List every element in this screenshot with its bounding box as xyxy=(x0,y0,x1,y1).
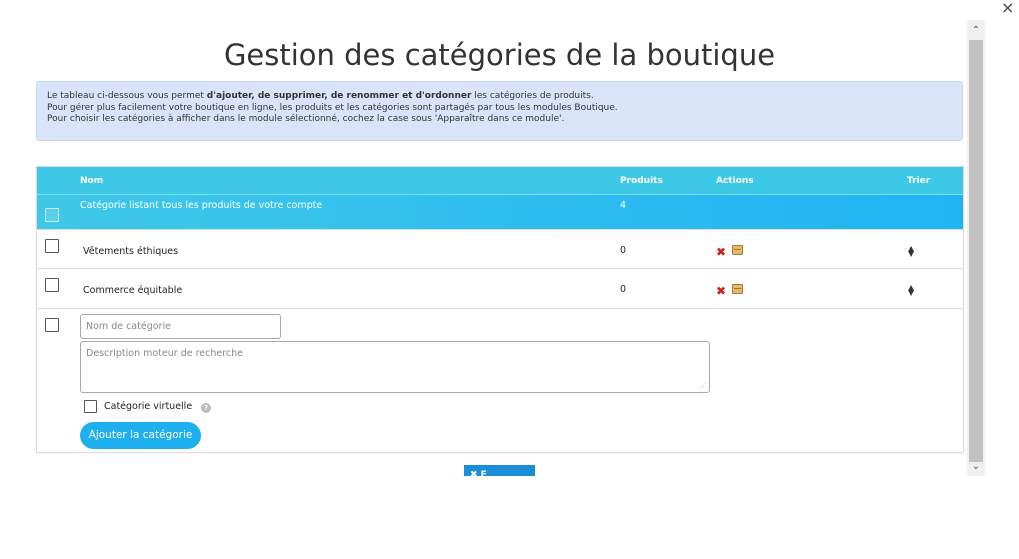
scrollbar-thumb[interactable] xyxy=(969,40,983,462)
sort-handle-icon[interactable]: ▲ ▼ xyxy=(908,284,914,297)
table-header: Nom Produits Actions Trier xyxy=(37,167,963,194)
row-checkbox[interactable] xyxy=(45,278,59,292)
sort-handle-icon[interactable]: ▲ ▼ xyxy=(908,245,914,258)
search-description-textarea[interactable]: Description moteur de recherche ⋰ xyxy=(80,341,710,393)
delete-icon[interactable]: ✖ xyxy=(716,285,726,297)
category-product-count: 0 xyxy=(620,284,627,295)
column-header-actions: Actions xyxy=(716,176,754,186)
edit-icon[interactable] xyxy=(732,284,743,294)
info-line-2: Pour gérer plus facilement votre boutiqu… xyxy=(47,102,618,113)
new-category-checkbox[interactable] xyxy=(45,318,59,332)
table-row: Vêtements éthiques 0 ✖ ▲ ▼ xyxy=(37,229,963,269)
all-products-count: 4 xyxy=(620,200,627,211)
add-category-form: Nom de catégorie Description moteur de r… xyxy=(37,308,963,454)
category-management-modal: × ⌃ ⌄ Gestion des catégories de la bouti… xyxy=(0,0,1019,559)
description-placeholder: Description moteur de recherche xyxy=(86,348,244,359)
page-title: Gestion des catégories de la boutique xyxy=(223,38,776,72)
row-checkbox[interactable] xyxy=(45,239,59,253)
resize-grip-icon[interactable]: ⋰ xyxy=(700,383,707,390)
column-header-trier: Trier xyxy=(907,176,931,186)
delete-icon[interactable]: ✖ xyxy=(716,246,726,258)
vertical-scrollbar[interactable]: ⌃ ⌄ xyxy=(967,20,985,476)
category-name: Vêtements éthiques xyxy=(83,246,179,257)
category-name: Commerce équitable xyxy=(83,285,183,296)
all-products-label: Catégorie listant tous les produits de v… xyxy=(80,200,323,211)
table-row-all-products: Catégorie listant tous les produits de v… xyxy=(37,194,963,229)
table-row: Commerce équitable 0 ✖ ▲ ▼ xyxy=(37,268,963,308)
all-products-checkbox[interactable] xyxy=(45,208,59,222)
close-button-icon: ✖ F xyxy=(470,470,487,476)
column-header-nom: Nom xyxy=(80,176,104,186)
close-icon[interactable]: × xyxy=(1001,0,1014,16)
column-header-produits: Produits xyxy=(620,176,663,186)
divider xyxy=(76,452,712,453)
category-name-input[interactable]: Nom de catégorie xyxy=(80,314,281,339)
help-icon[interactable]: ? xyxy=(201,403,211,413)
add-category-button[interactable]: Ajouter la catégorie xyxy=(80,422,201,449)
info-line-3: Pour choisir les catégories à afficher d… xyxy=(47,114,565,124)
category-product-count: 0 xyxy=(620,245,627,256)
scroll-down-icon[interactable]: ⌄ xyxy=(967,458,985,476)
virtual-category-checkbox[interactable] xyxy=(84,400,97,413)
edit-icon[interactable] xyxy=(732,245,743,255)
close-button[interactable]: ✖ F xyxy=(464,465,535,476)
info-box: Le tableau ci-dessous vous permet d'ajou… xyxy=(36,81,963,141)
info-line-1: Le tableau ci-dessous vous permet d'ajou… xyxy=(47,91,594,101)
category-table: Nom Produits Actions Trier Catégorie lis… xyxy=(36,166,964,453)
virtual-category-label: Catégorie virtuelle xyxy=(104,401,193,412)
